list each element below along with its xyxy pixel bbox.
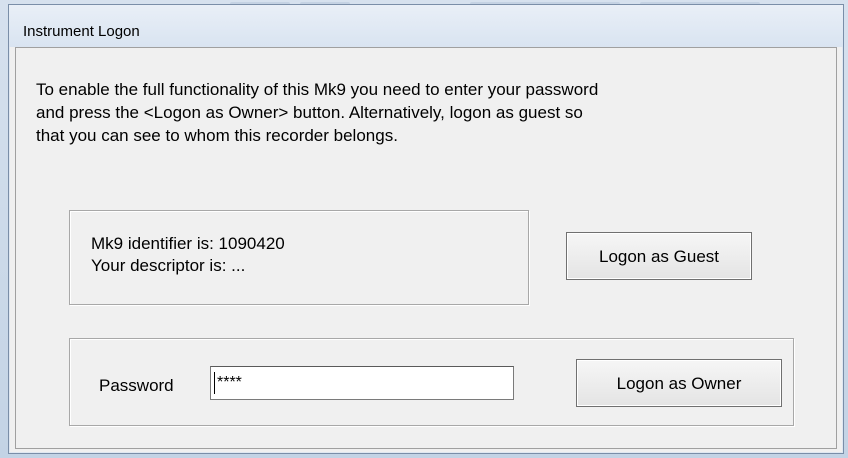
title-bar[interactable]: Instrument Logon [9, 5, 843, 47]
identifier-text: Mk9 identifier is: 1090420 [91, 234, 285, 253]
intro-line: and press the <Logon as Owner> button. A… [36, 103, 583, 122]
password-field[interactable] [210, 366, 514, 400]
descriptor-text: Your descriptor is: ... [91, 256, 246, 275]
logon-as-guest-button[interactable]: Logon as Guest [566, 232, 752, 280]
password-label: Password [99, 376, 174, 395]
intro-text: To enable the full functionality of this… [36, 78, 796, 147]
instrument-logon-dialog: Instrument Logon To enable the full func… [8, 4, 844, 454]
text-caret [214, 372, 215, 394]
window-title: Instrument Logon [23, 23, 140, 40]
intro-line: To enable the full functionality of this… [36, 80, 599, 99]
logon-as-owner-button[interactable]: Logon as Owner [576, 359, 782, 407]
intro-line: that you can see to whom this recorder b… [36, 126, 398, 145]
dialog-client-area: To enable the full functionality of this… [15, 47, 837, 449]
